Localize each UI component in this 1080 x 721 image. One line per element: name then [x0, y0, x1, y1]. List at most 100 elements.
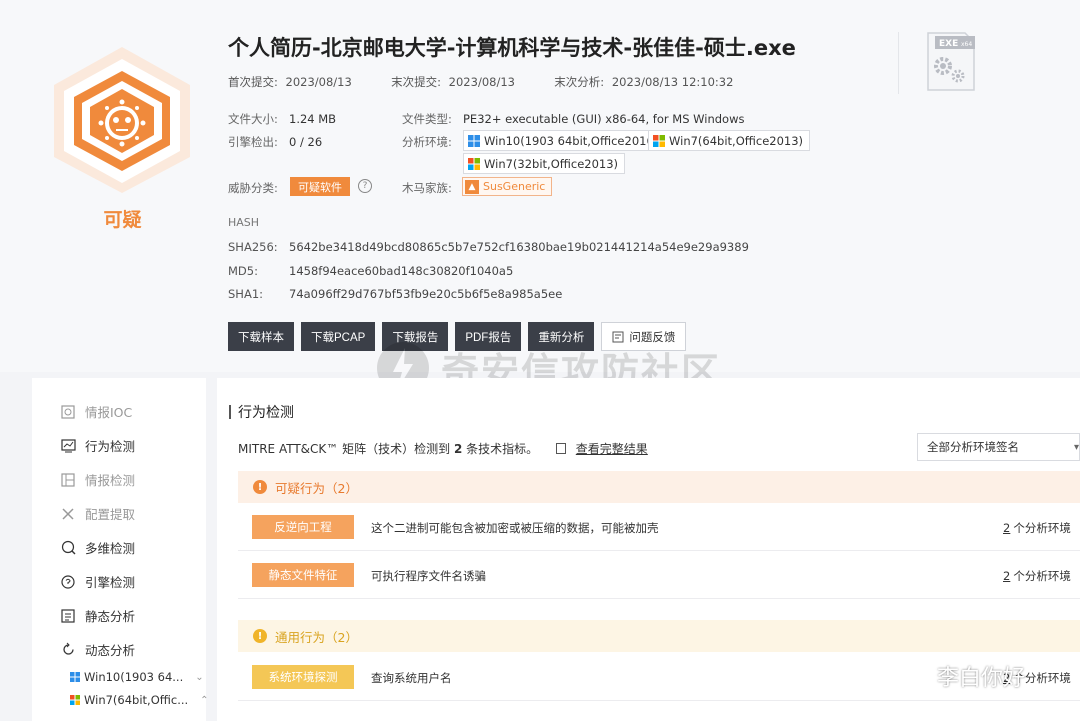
behavior-row[interactable]: 反逆向工程 这个二进制可能包含被加密或被压缩的数据，可能被加壳 2 个分析环境 — [238, 503, 1080, 551]
family-tag[interactable]: ▲ SusGeneric — [462, 177, 553, 196]
view-full-results-link[interactable]: 查看完整结果 — [576, 442, 648, 456]
env-tag-win10[interactable]: Win10(1903 64bit,Office2016) — [463, 130, 666, 151]
file-type-label: 文件类型: — [402, 112, 452, 126]
warning-icon: ! — [253, 480, 267, 494]
sidebar-item-label: 情报检测 — [85, 473, 136, 488]
env-count-value[interactable]: 2 — [1003, 569, 1010, 583]
sha256-value: 5642be3418d49bcd80865c5b7e752cf16380bae1… — [289, 240, 749, 254]
threat-class-tag: 可疑软件 — [290, 177, 350, 196]
env-label: 分析环境: — [402, 135, 452, 149]
sidebar-item-static[interactable]: 静态分析 — [60, 606, 135, 625]
download-pcap-button[interactable]: 下载PCAP — [301, 322, 376, 351]
wechat-account-name: 李白你好 — [937, 666, 1026, 691]
behavior-row[interactable]: 静态文件特征 可执行程序文件名诱骗 2 个分析环境 — [238, 551, 1080, 599]
sha256-label: SHA256: — [228, 240, 278, 254]
sidebar-item-label: 多维检测 — [85, 541, 136, 556]
exe-file-icon: EXE x64 — [925, 30, 977, 93]
env-count-value[interactable]: 2 — [1003, 521, 1010, 535]
sidebar-item-engine[interactable]: 引擎检测 — [60, 572, 135, 591]
chart-icon — [60, 438, 76, 454]
reanalyze-button[interactable]: 重新分析 — [528, 322, 595, 351]
family-label: 木马家族: — [402, 181, 452, 195]
feedback-label: 问题反馈 — [629, 331, 676, 344]
submit-dates: 首次提交: 2023/08/13 末次提交: 2023/08/13 末次分析: … — [228, 74, 737, 90]
threat-class-row: 威胁分类: — [228, 180, 289, 196]
behavior-desc: 这个二进制可能包含被加密或被压缩的数据，可能被加壳 — [371, 521, 659, 535]
tools-icon — [60, 506, 76, 522]
exe-icon-arch: x64 — [961, 41, 972, 48]
first-submit-label: 首次提交: — [228, 75, 278, 89]
behavior-desc: 查询系统用户名 — [371, 671, 452, 685]
section-title: 行为检测 — [229, 402, 294, 422]
env-select-value: 全部分析环境签名 — [927, 440, 1019, 454]
section-title-bar — [229, 405, 231, 419]
sidebar-item-label: 引擎检测 — [85, 575, 136, 590]
behavior-tag: 静态文件特征 — [252, 563, 354, 587]
intel-icon — [60, 404, 76, 420]
sidebar-item-intel-detect[interactable]: 情报检测 — [60, 470, 135, 489]
file-title: 个人简历-北京邮电大学-计算机科学与技术-张佳佳-硕士.exe — [228, 36, 796, 60]
feedback-icon — [612, 331, 624, 342]
sidebar-item-label: 静态分析 — [85, 609, 136, 624]
pdf-report-button[interactable]: PDF报告 — [455, 322, 522, 351]
sidebar-item-config[interactable]: 配置提取 — [60, 504, 135, 523]
env-count-suffix: 个分析环境 — [1013, 521, 1071, 535]
sidebar-item-dynamic[interactable]: 动态分析 — [60, 640, 135, 659]
env-tag-label: Win7(32bit,Office2013) — [484, 156, 619, 171]
last-submit-value: 2023/08/13 — [448, 75, 515, 89]
download-sample-button[interactable]: 下载样本 — [228, 322, 294, 351]
action-buttons: 下载样本 下载PCAP 下载报告 PDF报告 重新分析 问题反馈 — [228, 322, 687, 351]
feedback-button[interactable]: 问题反馈 — [601, 322, 687, 351]
windows7-icon — [70, 695, 80, 705]
md5-row: MD5: 1458f94eace60bad148c30820f1040a5 — [228, 264, 513, 278]
file-size-label: 文件大小: — [228, 112, 278, 126]
sidebar-subitem-label: Win7(64bit,Offic... — [84, 693, 189, 707]
engine-detect-value: 0 / 26 — [289, 135, 323, 149]
document-icon — [555, 443, 566, 454]
mitre-summary: MITRE ATT&CK™ 矩阵（技术）检测到 2 条技术指标。 查看完整结果 — [238, 440, 648, 457]
env-count-suffix: 个分析环境 — [1013, 569, 1071, 583]
list-icon — [60, 608, 76, 624]
md5-label: MD5: — [228, 264, 258, 278]
first-submit-value: 2023/08/13 — [285, 75, 352, 89]
behavior-desc: 可执行程序文件名诱骗 — [371, 569, 486, 583]
sidebar-item-multi[interactable]: 多维检测 — [60, 538, 135, 557]
engine-detect-label: 引擎检出: — [228, 135, 278, 149]
env-tag-label: Win7(64bit,Office2013) — [669, 133, 804, 148]
section-title-text: 行为检测 — [238, 405, 294, 421]
grid-icon — [60, 472, 76, 488]
threat-class-label: 威胁分类: — [228, 181, 278, 195]
env-count: 2 个分析环境 — [1003, 520, 1071, 536]
sidebar-item-label: 动态分析 — [85, 643, 136, 658]
sha1-value: 74a096ff29d767bf53fb9e20c5b6f5e8a985a5ee — [289, 287, 563, 301]
chevron-down-icon: ▾ — [1073, 441, 1079, 453]
sidebar-item-behavior[interactable]: 行为检测 — [60, 436, 135, 455]
env-row: 分析环境: — [402, 134, 463, 150]
sidebar-subitem-win7[interactable]: Win7(64bit,Offic... ⌃ — [70, 693, 209, 707]
chevron-down-icon: ⌄ — [195, 671, 204, 683]
scan-icon — [60, 540, 76, 556]
windows10-icon — [70, 672, 80, 682]
env-tag-win7-32[interactable]: Win7(32bit,Office2013) — [463, 153, 626, 174]
verdict-label: 可疑 — [103, 209, 142, 231]
last-analysis-value: 2023/08/13 12:10:32 — [611, 75, 734, 89]
hash-title: HASH — [228, 216, 260, 229]
windows7-icon — [468, 157, 480, 170]
download-report-button[interactable]: 下载报告 — [382, 322, 449, 351]
group-suspicious[interactable]: ! 可疑行为（2） — [238, 471, 1080, 503]
sidebar-subitem-win10[interactable]: Win10(1903 64... ⌄ — [70, 670, 204, 684]
mitre-prefix: MITRE ATT&CK™ 矩阵（技术）检测到 — [238, 442, 451, 456]
trojan-icon: ▲ — [465, 179, 479, 194]
env-tag-win7-64[interactable]: Win7(64bit,Office2013) — [648, 130, 811, 151]
sidebar-item-intel-ioc[interactable]: 情报IOC — [60, 402, 132, 421]
engine-icon — [60, 574, 76, 590]
help-icon[interactable]: ? — [358, 179, 372, 193]
group-general[interactable]: ! 通用行为（2） — [238, 620, 1080, 652]
verdict-badge-icon — [50, 45, 195, 195]
env-signature-select[interactable]: 全部分析环境签名 ▾ — [917, 433, 1080, 461]
sidebar-item-label: 行为检测 — [85, 439, 136, 454]
sidebar-item-label: 配置提取 — [85, 507, 136, 522]
mitre-suffix: 条技术指标。 — [466, 442, 539, 456]
sidebar-item-label: 情报IOC — [85, 405, 133, 420]
behavior-tag: 系统环境探测 — [252, 665, 354, 689]
